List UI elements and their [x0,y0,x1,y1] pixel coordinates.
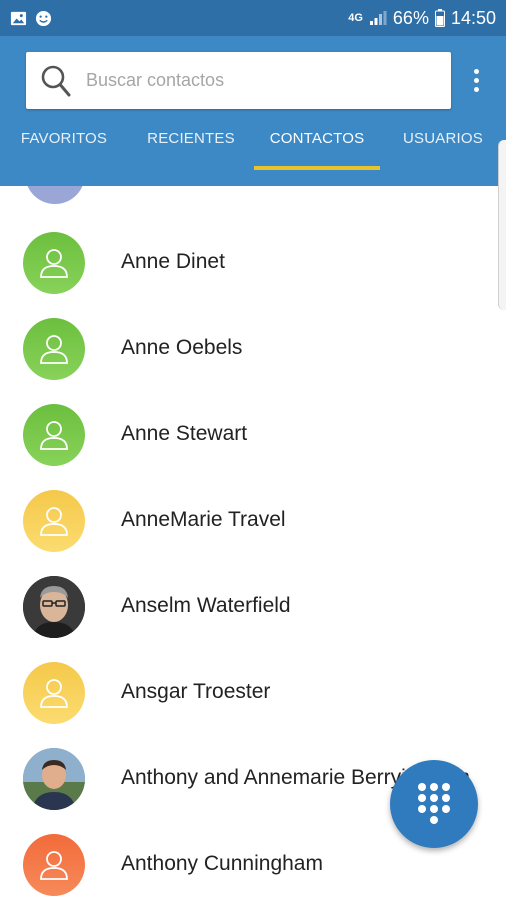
person-icon [23,318,85,380]
contact-row[interactable]: Anne Oebels [0,306,506,392]
search-bar[interactable] [26,52,451,109]
active-tab-indicator [254,166,380,170]
signal-icon [369,11,387,25]
face-icon [35,10,52,26]
contact-name: Anne Stewart [121,422,248,445]
battery-percent: 66% [392,7,429,28]
contact-photo [23,748,85,810]
contact-name: Ansgar Troester [121,680,271,703]
battery-icon [434,9,445,27]
search-input[interactable] [86,70,426,91]
contact-row[interactable]: AnneMarie Travel [0,478,506,564]
tab-contactos[interactable]: CONTACTOS [254,122,380,186]
contact-name: Anthony Cunningham [121,852,323,875]
person-icon [23,834,85,896]
tab-favoritos[interactable]: FAVORITOS [0,122,128,186]
gallery-icon [10,11,27,25]
contact-photo [23,576,85,638]
person-icon [23,662,85,724]
person-icon [23,404,85,466]
dialpad-icon [418,783,450,824]
person-icon [23,490,85,552]
search-icon[interactable] [26,52,86,109]
contact-name: AnneMarie Travel [121,508,286,531]
tab-usuarios[interactable]: USUARIOS [380,122,506,186]
tab-bar: FAVORITOS RECIENTES CONTACTOS USUARIOS [0,122,506,186]
contact-row[interactable]: Anne Dinet [0,220,506,306]
app-bar: FAVORITOS RECIENTES CONTACTOS USUARIOS [0,36,506,186]
overflow-menu-icon[interactable] [462,60,490,100]
partial-avatar [25,186,85,204]
person-icon [23,232,85,294]
status-bar: 4G 66% 14:50 [0,0,506,36]
dialpad-button[interactable] [390,760,478,848]
contact-row[interactable]: Anselm Waterfield [0,564,506,650]
contact-row[interactable]: Anne Stewart [0,392,506,478]
contact-name: Anne Oebels [121,336,243,359]
contact-row[interactable]: Ansgar Troester [0,650,506,736]
tab-recientes[interactable]: RECIENTES [128,122,254,186]
network-type: 4G [348,12,363,24]
clock: 14:50 [450,7,496,28]
contact-name: Anne Dinet [121,250,225,273]
contact-name: Anselm Waterfield [121,594,291,617]
